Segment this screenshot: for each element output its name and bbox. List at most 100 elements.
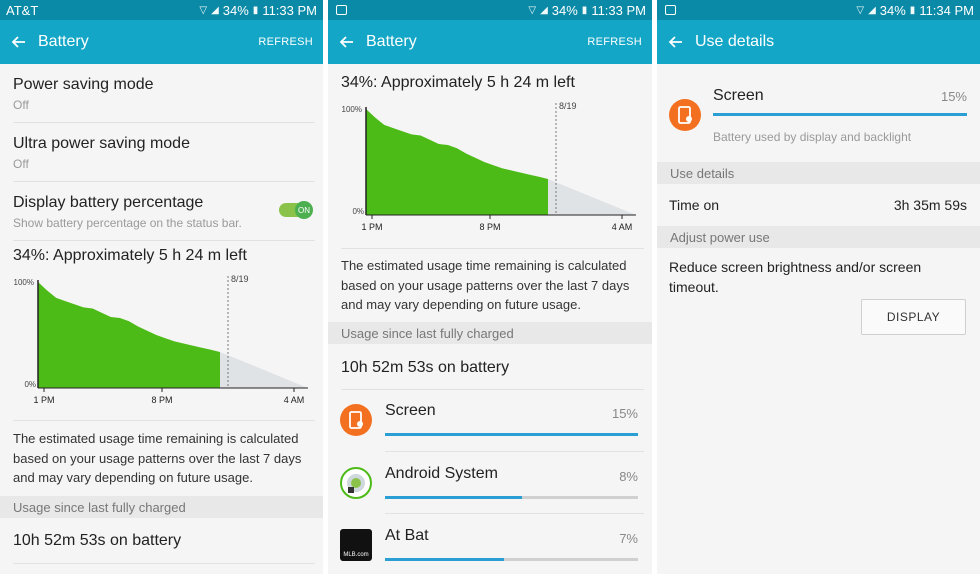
usage-bar-fill (385, 496, 522, 499)
adjust-power-text: Reduce screen brightness and/or screen t… (669, 259, 922, 295)
battery-history-area (38, 282, 220, 388)
page-title: Battery (366, 33, 417, 50)
toggle-state: ON (295, 201, 313, 219)
setting-title: Power saving mode (13, 76, 154, 93)
ultra-power-saving-mode-item[interactable]: Ultra power saving mode Off (13, 123, 315, 182)
carrier-label: AT&T (6, 2, 39, 18)
setting-title: Ultra power saving mode (13, 135, 190, 152)
usage-bar-fill (385, 558, 504, 561)
divider (341, 248, 644, 249)
app-percent: 8% (619, 469, 638, 484)
section-header: Use details (657, 162, 980, 184)
app-name: Android System (385, 465, 498, 482)
wifi-icon: ▽ (199, 4, 208, 16)
app-percent: 7% (619, 531, 638, 546)
screen-icon (669, 99, 701, 131)
android-system-icon (340, 467, 372, 499)
section-header: Adjust power use (657, 226, 980, 248)
y-tick-label: 0% (24, 380, 36, 389)
y-tick-label: 0% (352, 207, 364, 216)
app-percent: 15% (611, 406, 638, 421)
refresh-button[interactable]: REFRESH (587, 36, 642, 48)
on-battery-duration: 10h 52m 53s on battery (13, 532, 182, 549)
date-marker-label: 8/19 (231, 274, 249, 284)
battery-chart: 8/19 100% 0% 1 PM 8 PM 4 AM (342, 101, 636, 232)
display-battery-percentage-item[interactable]: Display battery percentage Show battery … (13, 182, 315, 241)
section-header: Usage since last fully charged (0, 496, 323, 518)
refresh-button[interactable]: REFRESH (258, 36, 313, 48)
time-on-value: 3h 35m 59s (893, 197, 967, 213)
app-name: At Bat (385, 527, 429, 544)
estimate-description: The estimated usage time remaining is ca… (13, 431, 302, 485)
app-bar: Battery REFRESH (328, 20, 652, 64)
at-bat-icon: MLB.com (340, 529, 372, 561)
signal-icon: ◢ (540, 4, 548, 16)
power-saving-mode-item[interactable]: Power saving mode Off (13, 64, 315, 123)
app-usage-description: Battery used by display and backlight (713, 130, 912, 144)
app-bar: Battery REFRESH (0, 20, 323, 64)
usage-bar (713, 113, 967, 116)
x-tick-label: 1 PM (361, 222, 382, 232)
usage-bar (385, 433, 638, 436)
back-arrow-icon[interactable] (338, 32, 358, 52)
page-title: Use details (695, 33, 775, 50)
app-usage-row-screen[interactable]: Screen 15% (328, 389, 652, 451)
image-notification-icon (665, 5, 676, 15)
section-header: Usage since last fully charged (328, 322, 652, 344)
back-arrow-icon[interactable] (10, 32, 30, 52)
status-time: 11:33 PM (262, 2, 317, 18)
date-marker-label: 8/19 (559, 101, 577, 111)
page-title: Battery (38, 33, 89, 50)
battery-estimate: 34%: Approximately 5 h 24 m left (341, 74, 575, 91)
y-tick-label: 100% (342, 105, 362, 114)
use-details-panel: ▽ ◢ 34% ▮ 11:34 PM Use details Screen 15… (657, 0, 980, 574)
estimate-description: The estimated usage time remaining is ca… (341, 258, 630, 312)
app-name: Screen (385, 402, 436, 419)
battery-icon: ▮ (252, 4, 259, 16)
signal-icon: ◢ (211, 4, 219, 16)
battery-chart: 8/19 100% 0% 1 PM 8 PM 4 AM (14, 274, 308, 405)
image-notification-icon (336, 5, 347, 15)
status-time: 11:34 PM (919, 2, 974, 18)
battery-percent: 34% (879, 2, 906, 18)
x-tick-label: 4 AM (284, 395, 305, 405)
battery-icon: ▮ (909, 4, 916, 16)
setting-subtitle: Show battery percentage on the status ba… (13, 216, 242, 230)
app-usage-row-android-system[interactable]: Android System 8% (328, 452, 652, 514)
x-tick-label: 1 PM (33, 395, 54, 405)
setting-subtitle: Off (13, 98, 29, 112)
x-tick-label: 4 AM (612, 222, 633, 232)
display-button[interactable]: DISPLAY (861, 299, 966, 335)
x-tick-label: 8 PM (151, 395, 172, 405)
divider (13, 420, 315, 421)
wifi-icon: ▽ (856, 4, 865, 16)
battery-percent: 34% (551, 2, 578, 18)
app-usage-row-at-bat[interactable]: MLB.com At Bat 7% (328, 514, 652, 574)
divider (13, 563, 315, 564)
app-bar: Use details (657, 20, 980, 64)
battery-estimate: 34%: Approximately 5 h 24 m left (13, 247, 247, 264)
screen-icon (340, 404, 372, 436)
at-bat-icon-label: MLB.com (343, 552, 369, 558)
battery-panel-2: ▽ ◢ 34% ▮ 11:33 PM Battery REFRESH 34%: … (328, 0, 652, 574)
setting-subtitle: Off (13, 157, 29, 171)
back-arrow-icon[interactable] (667, 32, 687, 52)
setting-title: Display battery percentage (13, 194, 204, 211)
wifi-icon: ▽ (528, 4, 537, 16)
status-bar: ▽ ◢ 34% ▮ 11:33 PM (328, 0, 652, 20)
usage-bar (385, 496, 638, 499)
app-percent: 15% (940, 89, 967, 104)
projection-area (548, 178, 636, 215)
battery-icon: ▮ (581, 4, 588, 16)
projection-area (220, 351, 308, 388)
battery-history-area (366, 109, 548, 215)
usage-bar-fill (385, 433, 638, 436)
status-time: 11:33 PM (591, 2, 646, 18)
status-bar: AT&T ▽ ◢ 34% ▮ 11:33 PM (0, 0, 323, 20)
y-tick-label: 100% (14, 278, 34, 287)
x-tick-label: 8 PM (479, 222, 500, 232)
signal-icon: ◢ (868, 4, 876, 16)
battery-percentage-toggle[interactable]: ON (279, 201, 313, 219)
battery-panel-1: AT&T ▽ ◢ 34% ▮ 11:33 PM Battery REFRESH … (0, 0, 323, 574)
on-battery-duration: 10h 52m 53s on battery (341, 359, 510, 376)
